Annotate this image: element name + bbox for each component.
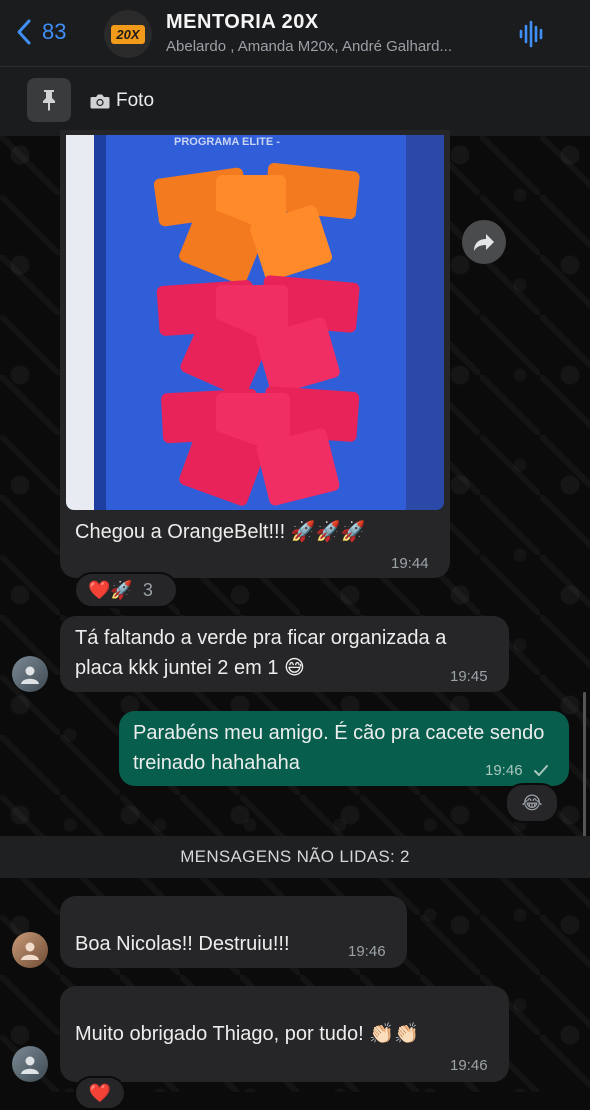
- message-bubble-outgoing[interactable]: Parabéns meu amigo. É cão pra cacete sen…: [119, 711, 569, 786]
- scrollbar[interactable]: [583, 692, 586, 842]
- pin-button[interactable]: [27, 78, 71, 122]
- group-avatar[interactable]: 20X: [104, 10, 152, 58]
- reaction-emojis: ❤️: [88, 1082, 112, 1103]
- checkmark-icon: [534, 765, 548, 776]
- reaction-pill[interactable]: ❤️: [74, 1076, 126, 1110]
- pin-icon: [43, 90, 55, 111]
- message-time: 19:46: [450, 1057, 488, 1074]
- avatar[interactable]: [12, 932, 48, 968]
- user-icon: [21, 1056, 39, 1074]
- pinned-message-bar[interactable]: Foto: [0, 66, 590, 136]
- back-chevron-icon: [17, 19, 31, 45]
- back-button[interactable]: 83: [14, 18, 66, 46]
- pinned-text: Foto: [116, 90, 155, 111]
- message-bubble[interactable]: Muito obrigado Thiago, por tudo! 👏🏻👏🏻 19…: [60, 986, 509, 1082]
- group-title: MENTORIA 20X: [166, 11, 319, 33]
- forward-button[interactable]: [462, 220, 506, 264]
- message-bubble[interactable]: Boa Nicolas!! Destruiu!!! 19:46: [60, 896, 407, 968]
- group-members: Abelardo , Amanda M20x, André Galhard...: [166, 38, 453, 55]
- user-icon: [21, 942, 39, 960]
- avatar[interactable]: [12, 656, 48, 692]
- message-time: 19:45: [450, 668, 488, 685]
- message-text: Muito obrigado Thiago, por tudo! 👏🏻👏🏻: [75, 1023, 420, 1045]
- message-time: 19:44: [391, 555, 429, 572]
- reaction-emojis: 😂: [521, 792, 543, 813]
- audio-wave-icon[interactable]: [518, 20, 546, 48]
- avatar[interactable]: [12, 1046, 48, 1082]
- reaction-pill[interactable]: 😂: [505, 783, 559, 823]
- user-icon: [21, 666, 39, 684]
- photo-attachment[interactable]: PROGRAMA ELITE -: [66, 135, 444, 510]
- unread-count: 83: [42, 19, 67, 44]
- sign-text: PROGRAMA ELITE -: [174, 136, 280, 148]
- message-time: 19:46: [485, 762, 523, 779]
- unread-messages-banner: MENSAGENS NÃO LIDAS: 2: [0, 836, 590, 878]
- message-text: Tá faltando a verde pra ficar organizada…: [75, 627, 447, 679]
- pinned-label: Foto: [90, 90, 154, 112]
- chat-title-area[interactable]: MENTORIA 20X Abelardo , Amanda M20x, And…: [166, 11, 506, 55]
- chat-header: 83 20X MENTORIA 20X Abelardo , Amanda M2…: [0, 0, 590, 66]
- message-time: 19:46: [348, 943, 386, 960]
- forward-icon: [474, 234, 494, 251]
- message-text: Chegou a OrangeBelt!!! 🚀🚀🚀: [75, 521, 366, 543]
- reaction-pill[interactable]: ❤️🚀 3: [74, 572, 178, 608]
- belts-photo: PROGRAMA ELITE -: [66, 135, 444, 510]
- group-logo: 20X: [111, 24, 145, 44]
- camera-icon: [90, 94, 110, 109]
- message-bubble[interactable]: Tá faltando a verde pra ficar organizada…: [60, 616, 509, 692]
- reaction-count: 3: [142, 579, 153, 600]
- message-text: Boa Nicolas!! Destruiu!!!: [75, 933, 290, 955]
- reaction-emojis: ❤️🚀: [88, 579, 133, 600]
